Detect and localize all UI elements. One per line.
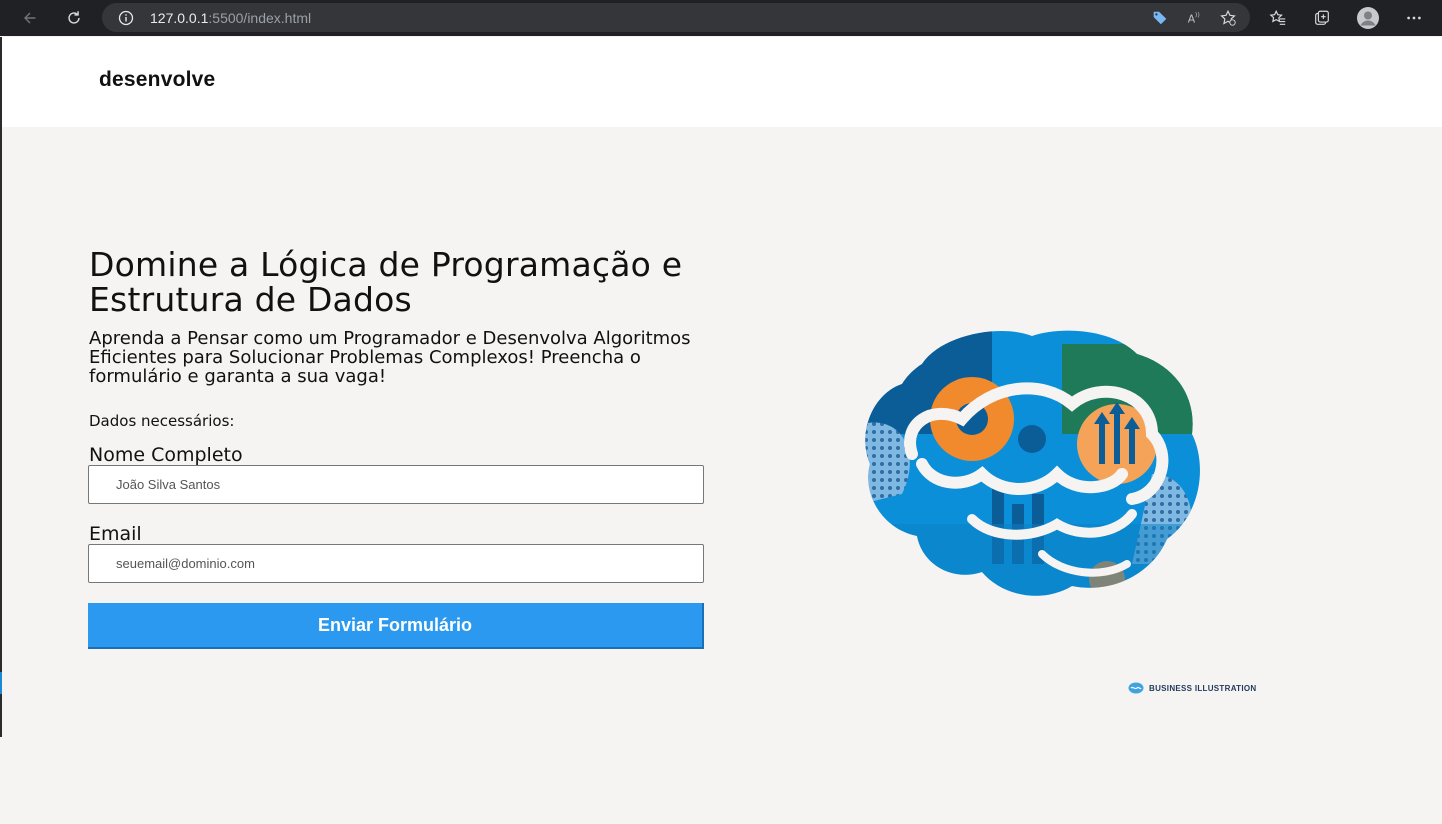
add-favorite-icon[interactable] [1218, 8, 1238, 28]
reload-icon[interactable] [56, 0, 92, 36]
name-label: Nome Completo [89, 444, 243, 466]
credit-text: BUSINESS ILLUSTRATION [1149, 683, 1257, 693]
favorites-icon[interactable] [1260, 0, 1296, 36]
site-header: desenvolve [2, 37, 1442, 127]
read-aloud-icon[interactable]: A)) [1184, 8, 1204, 28]
back-icon[interactable] [12, 0, 48, 36]
hero-title: Domine a Lógica de Programação e Estrutu… [89, 245, 683, 319]
url-host: 127.0.0.1 [150, 9, 209, 26]
email-label: Email [89, 523, 142, 545]
address-bar[interactable]: 127.0.0.1:5500/index.html A)) [102, 3, 1250, 32]
coupon-tag-icon[interactable] [1150, 8, 1170, 28]
email-input[interactable] [89, 545, 703, 582]
browser-toolbar: 127.0.0.1:5500/index.html A)) [0, 0, 1442, 36]
form-section-label: Dados necessários: [89, 412, 235, 430]
email-field-wrapper [88, 544, 704, 583]
illustration-credit: BUSINESS ILLUSTRATION [1128, 682, 1257, 694]
name-field-wrapper [88, 465, 704, 504]
page: desenvolve Domine a Lógica de Programaçã… [2, 37, 1442, 824]
svg-text:)): )) [1195, 12, 1200, 19]
hero-subtitle: Aprenda a Pensar como um Programador e D… [89, 328, 691, 387]
more-options-icon[interactable] [1396, 0, 1432, 36]
url-text: 127.0.0.1:5500/index.html [150, 10, 311, 26]
collections-icon[interactable] [1304, 0, 1340, 36]
profile-avatar[interactable] [1350, 0, 1386, 36]
site-info-icon[interactable] [118, 10, 134, 26]
brain-logo-icon [1128, 682, 1144, 694]
brain-illustration-icon [865, 330, 1200, 596]
name-input[interactable] [89, 466, 703, 503]
submit-button[interactable]: Enviar Formulário [88, 603, 704, 649]
url-path: :5500/index.html [208, 9, 312, 26]
site-logo[interactable]: desenvolve [99, 68, 215, 92]
